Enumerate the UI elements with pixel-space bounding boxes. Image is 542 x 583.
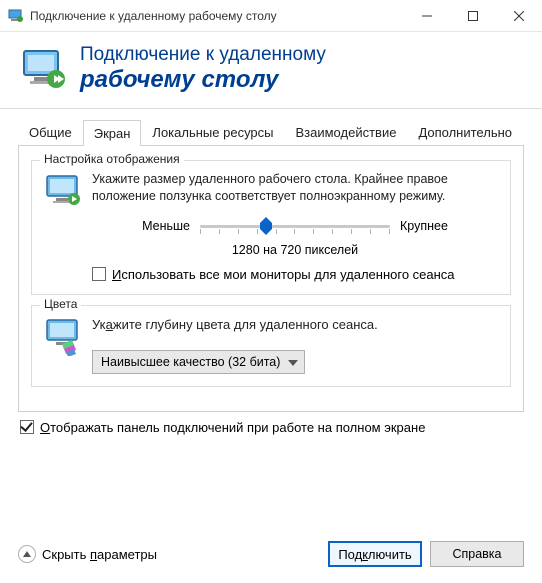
banner: Подключение к удаленному рабочему столу [0,32,542,109]
slider-thumb[interactable] [258,215,274,238]
titlebar-text: Подключение к удаленному рабочему столу [30,9,404,23]
banner-line1: Подключение к удаленному [80,44,326,66]
use-all-monitors-label: Использовать все мои мониторы для удален… [112,267,455,282]
close-button[interactable] [496,0,542,32]
display-description: Укажите размер удаленного рабочего стола… [92,171,498,205]
minimize-button[interactable] [404,0,450,32]
monitor-icon [44,171,84,211]
colors-description: Укажите глубину цвета для удаленного сеа… [92,316,498,334]
colors-group-title: Цвета [40,297,81,311]
tab-local-resources[interactable]: Локальные ресурсы [141,119,284,145]
chevron-down-icon [288,354,298,369]
display-group-title: Настройка отображения [40,152,184,166]
chevron-up-icon [18,545,36,563]
color-depth-value: Наивысшее качество (32 бита) [101,355,280,369]
checkbox-icon [92,267,106,281]
tab-general[interactable]: Общие [18,119,83,145]
app-icon [8,8,24,24]
show-connection-bar-label: Отображать панель подключений при работе… [40,420,425,435]
help-button[interactable]: Справка [430,541,524,567]
maximize-button[interactable] [450,0,496,32]
checkbox-icon [20,420,34,434]
slider-max-label: Крупнее [400,219,448,233]
titlebar: Подключение к удаленному рабочему столу [0,0,542,32]
banner-text: Подключение к удаленному рабочему столу [80,44,326,94]
banner-line2: рабочему столу [80,66,326,94]
resolution-value: 1280 на 720 пикселей [92,243,498,257]
color-monitor-icon [44,316,84,356]
resolution-slider-row: Меньше Крупнее [92,215,498,237]
footer: Скрыть параметры Подключить Справка [0,529,542,583]
hide-options-link[interactable]: Скрыть параметры [18,545,157,563]
show-connection-bar-checkbox[interactable]: Отображать панель подключений при работе… [18,420,524,435]
display-config-group: Настройка отображения Укажите размер уда… [31,160,511,295]
tab-experience[interactable]: Взаимодействие [285,119,408,145]
resolution-slider[interactable] [200,215,390,237]
tabs: Общие Экран Локальные ресурсы Взаимодейс… [18,119,524,145]
tab-body: Настройка отображения Укажите размер уда… [18,145,524,412]
color-depth-select[interactable]: Наивысшее качество (32 бита) [92,350,305,374]
use-all-monitors-checkbox[interactable]: Использовать все мои мониторы для удален… [92,267,498,282]
hide-options-label: Скрыть параметры [42,547,157,562]
slider-min-label: Меньше [142,219,190,233]
colors-group: Цвета Укажите глубину цвета для удаленно… [31,305,511,387]
tab-display[interactable]: Экран [83,120,142,146]
rdp-icon [20,45,68,93]
connect-button[interactable]: Подключить [328,541,422,567]
tab-advanced[interactable]: Дополнительно [407,119,523,145]
